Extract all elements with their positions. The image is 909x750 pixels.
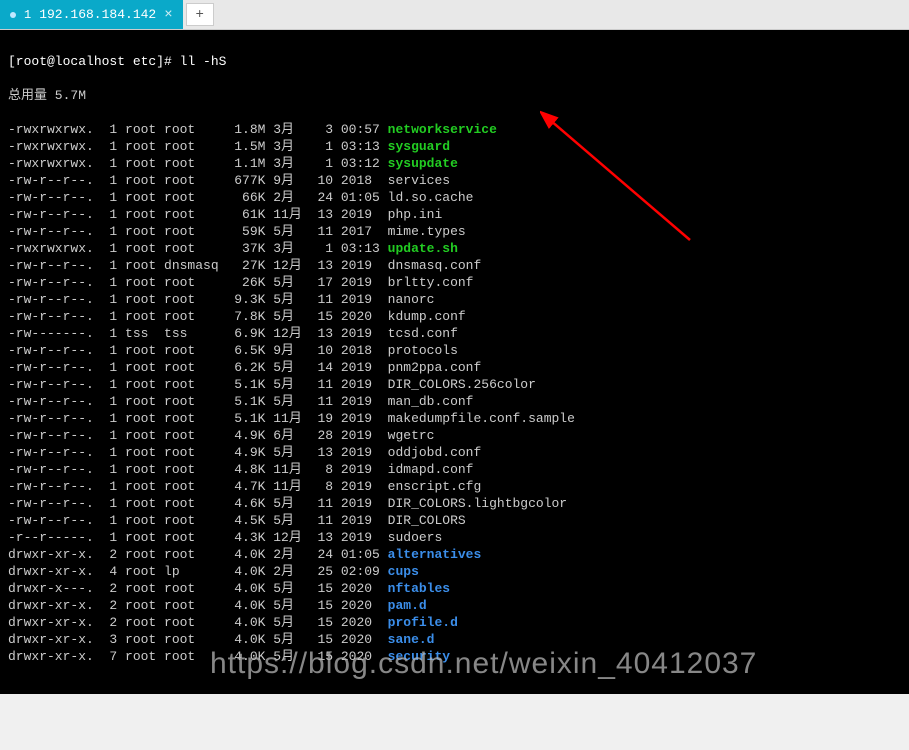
list-item: -rw-r--r--. 1 root root 4.9K 5月 13 2019 …: [8, 444, 901, 461]
list-item: drwxr-xr-x. 3 root root 4.0K 5月 15 2020 …: [8, 631, 901, 648]
list-item: -rw-r--r--. 1 root root 66K 2月 24 01:05 …: [8, 189, 901, 206]
list-item: -rw-r--r--. 1 root root 6.5K 9月 10 2018 …: [8, 342, 901, 359]
list-item: -rw-r--r--. 1 root root 4.6K 5月 11 2019 …: [8, 495, 901, 512]
prompt-line: [root@localhost etc]# ll -hS: [8, 53, 901, 70]
list-item: -rw-r--r--. 1 root root 59K 5月 11 2017 m…: [8, 223, 901, 240]
file-name: sysguard: [388, 139, 450, 154]
list-item: -rw-r--r--. 1 root root 26K 5月 17 2019 b…: [8, 274, 901, 291]
list-item: drwxr-xr-x. 2 root root 4.0K 2月 24 01:05…: [8, 546, 901, 563]
file-name: idmapd.conf: [388, 462, 474, 477]
list-item: drwxr-xr-x. 4 root lp 4.0K 2月 25 02:09 c…: [8, 563, 901, 580]
prompt-command: ll -hS: [180, 54, 227, 69]
file-name: protocols: [388, 343, 458, 358]
close-icon[interactable]: ×: [164, 7, 172, 23]
tab-status-dot: [10, 12, 16, 18]
tab-index: 1: [24, 8, 31, 22]
new-tab-button[interactable]: +: [186, 3, 214, 26]
file-name: mime.types: [388, 224, 466, 239]
list-item: drwxr-xr-x. 7 root root 4.0K 5月 15 2020 …: [8, 648, 901, 665]
list-item: -r--r-----. 1 root root 4.3K 12月 13 2019…: [8, 529, 901, 546]
file-name: kdump.conf: [388, 309, 466, 324]
file-name: update.sh: [388, 241, 458, 256]
file-name: makedumpfile.conf.sample: [388, 411, 575, 426]
file-name: cups: [388, 564, 419, 579]
list-item: drwxr-x---. 2 root root 4.0K 5月 15 2020 …: [8, 580, 901, 597]
list-item: drwxr-xr-x. 2 root root 4.0K 5月 15 2020 …: [8, 614, 901, 631]
terminal[interactable]: [root@localhost etc]# ll -hS 总用量 5.7M -r…: [0, 30, 909, 694]
list-item: -rw-r--r--. 1 root root 677K 9月 10 2018 …: [8, 172, 901, 189]
list-item: -rwxrwxrwx. 1 root root 1.1M 3月 1 03:12 …: [8, 155, 901, 172]
list-item: -rwxrwxrwx. 1 root root 37K 3月 1 03:13 u…: [8, 240, 901, 257]
list-item: -rwxrwxrwx. 1 root root 1.5M 3月 1 03:13 …: [8, 138, 901, 155]
file-name: security: [388, 649, 450, 664]
tab-bar: 1 192.168.184.142 × +: [0, 0, 909, 30]
plus-icon: +: [195, 7, 203, 23]
list-item: -rw-r--r--. 1 root dnsmasq 27K 12月 13 20…: [8, 257, 901, 274]
file-name: wgetrc: [388, 428, 435, 443]
file-name: nanorc: [388, 292, 435, 307]
file-listing: -rwxrwxrwx. 1 root root 1.8M 3月 3 00:57 …: [8, 121, 901, 665]
file-name: man_db.conf: [388, 394, 474, 409]
file-name: DIR_COLORS.lightbgcolor: [388, 496, 567, 511]
tab-label: 192.168.184.142: [39, 7, 156, 22]
list-item: -rw-r--r--. 1 root root 5.1K 11月 19 2019…: [8, 410, 901, 427]
list-item: -rw-r--r--. 1 root root 9.3K 5月 11 2019 …: [8, 291, 901, 308]
file-name: pnm2ppa.conf: [388, 360, 482, 375]
file-name: alternatives: [388, 547, 482, 562]
file-name: sane.d: [388, 632, 435, 647]
file-name: DIR_COLORS: [388, 513, 466, 528]
file-name: pam.d: [388, 598, 427, 613]
list-item: -rw-r--r--. 1 root root 5.1K 5月 11 2019 …: [8, 393, 901, 410]
file-name: enscript.cfg: [388, 479, 482, 494]
tab-active[interactable]: 1 192.168.184.142 ×: [0, 0, 183, 29]
list-item: -rw-r--r--. 1 root root 4.5K 5月 11 2019 …: [8, 512, 901, 529]
list-item: -rw-------. 1 tss tss 6.9K 12月 13 2019 t…: [8, 325, 901, 342]
file-name: dnsmasq.conf: [388, 258, 482, 273]
file-name: sudoers: [388, 530, 443, 545]
list-item: -rw-r--r--. 1 root root 4.8K 11月 8 2019 …: [8, 461, 901, 478]
list-item: -rw-r--r--. 1 root root 4.7K 11月 8 2019 …: [8, 478, 901, 495]
file-name: DIR_COLORS.256color: [388, 377, 536, 392]
file-name: oddjobd.conf: [388, 445, 482, 460]
list-item: -rwxrwxrwx. 1 root root 1.8M 3月 3 00:57 …: [8, 121, 901, 138]
total-line: 总用量 5.7M: [8, 87, 901, 104]
list-item: -rw-r--r--. 1 root root 5.1K 5月 11 2019 …: [8, 376, 901, 393]
list-item: -rw-r--r--. 1 root root 6.2K 5月 14 2019 …: [8, 359, 901, 376]
list-item: -rw-r--r--. 1 root root 61K 11月 13 2019 …: [8, 206, 901, 223]
file-name: sysupdate: [388, 156, 458, 171]
file-name: ld.so.cache: [388, 190, 474, 205]
file-name: brltty.conf: [388, 275, 474, 290]
file-name: services: [388, 173, 450, 188]
file-name: networkservice: [388, 122, 497, 137]
prompt-user-host: [root@localhost etc]#: [8, 54, 172, 69]
list-item: -rw-r--r--. 1 root root 7.8K 5月 15 2020 …: [8, 308, 901, 325]
file-name: profile.d: [388, 615, 458, 630]
file-name: nftables: [388, 581, 450, 596]
list-item: -rw-r--r--. 1 root root 4.9K 6月 28 2019 …: [8, 427, 901, 444]
list-item: drwxr-xr-x. 2 root root 4.0K 5月 15 2020 …: [8, 597, 901, 614]
file-name: php.ini: [388, 207, 443, 222]
file-name: tcsd.conf: [388, 326, 458, 341]
